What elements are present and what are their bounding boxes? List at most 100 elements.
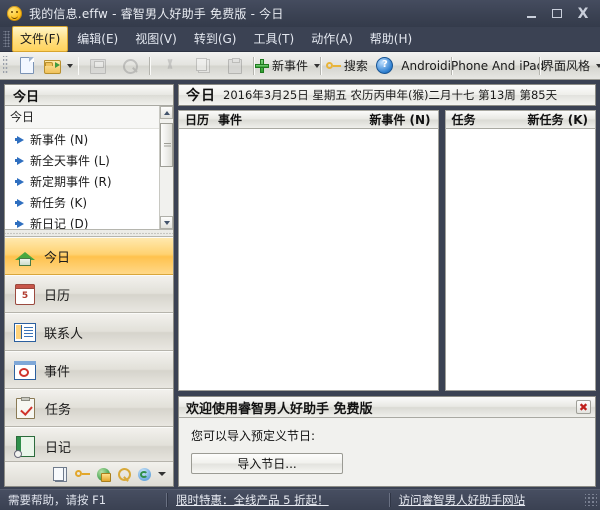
chevron-down-icon[interactable] [595,63,600,68]
arrow-right-icon [15,219,24,228]
magnifier-icon[interactable] [118,468,131,481]
sidebar-item-contacts[interactable]: 联系人 [5,313,173,351]
today-label: 今日 [186,88,216,104]
tree-item-new-event[interactable]: 新事件 (N) [5,129,160,150]
sidebar-item-label: 今日 [44,250,71,266]
menu-actions[interactable]: 动作(A) [303,26,361,52]
import-holidays-button[interactable]: 导入节日... [191,453,343,474]
scroll-down-button[interactable] [160,216,173,229]
print-preview-icon [123,58,139,74]
panels-row: 日历 事件 新事件 (N) 任务 新任务 (K) [178,106,596,391]
welcome-title: 欢迎使用睿智男人好助手 免费版 [186,401,373,417]
smiley-icon [7,6,22,21]
menu-grip-icon[interactable] [3,31,10,47]
close-icon[interactable]: ✖ [576,400,591,414]
tree-item-new-allday-event[interactable]: 新全天事件 (L) [5,150,160,171]
toolbar-grip-icon[interactable] [3,56,8,75]
calendar-events-list[interactable] [178,129,439,391]
home-icon [14,245,36,267]
skin-button[interactable]: 界面风格 [541,54,600,78]
sidebar-splitter[interactable] [5,230,173,237]
tree-item-label: 新全天事件 (L) [30,154,110,168]
tree-item-label: 新事件 (N) [30,133,89,147]
close-button[interactable]: X [570,4,596,24]
scroll-up-button[interactable] [160,106,173,119]
maximize-button[interactable] [544,4,570,24]
menu-tools[interactable]: 工具(T) [245,26,302,52]
menu-file[interactable]: 文件(F) [12,26,69,52]
status-website[interactable]: 访问睿智男人好助手网站 [391,490,585,510]
open-file-button[interactable] [44,54,74,78]
sidebar-tree-scrollbar[interactable] [159,106,173,229]
chevron-down-icon[interactable] [67,63,74,68]
sidebar-item-tasks[interactable]: 任务 [5,389,173,427]
tree-item-label: 新定期事件 (R) [30,175,112,189]
save-icon [90,59,107,74]
arrow-right-icon [15,177,24,186]
status-help-text: 需要帮助，请按 F1 [8,493,107,507]
sidebar-item-label: 任务 [45,402,72,418]
sidebar-item-label: 日记 [45,440,72,456]
tree-item-new-recurring-event[interactable]: 新定期事件 (R) [5,171,160,192]
copy-icon [196,58,211,73]
contacts-icon [14,322,36,342]
save-button[interactable] [83,54,113,78]
new-event-link[interactable]: 新事件 (N) [369,111,430,128]
arrow-right-icon [15,156,24,165]
tree-item-new-diary[interactable]: 新日记 (D) [5,213,160,229]
tasks-column-label: 任务 [451,113,476,127]
event-icon [14,360,36,380]
scrollbar-thumb[interactable] [160,123,173,167]
tree-group-label: 今日 [5,106,160,129]
tasks-panel-header: 任务 新任务 (K) [444,110,596,129]
plus-icon [254,59,269,73]
menu-view[interactable]: 视图(V) [127,26,185,52]
clipboard-icon[interactable] [53,466,67,482]
skin-label: 界面风格 [541,59,590,73]
menu-goto[interactable]: 转到(G) [186,26,245,52]
help-icon: ? [376,57,394,74]
help-button[interactable]: ? [370,54,400,78]
window-title: 我的信息.effw - 睿智男人好助手 免费版 - 今日 [29,7,284,21]
calendar-panel-header: 日历 事件 新事件 (N) [178,110,439,129]
globe-lock-icon[interactable] [97,467,111,482]
application-window: 我的信息.effw - 睿智男人好助手 免费版 - 今日 X 文件(F) 编辑(… [0,0,600,510]
tree-item-new-task[interactable]: 新任务 (K) [5,192,160,213]
menu-help[interactable]: 帮助(H) [362,26,420,52]
sync-icon[interactable] [138,467,151,481]
new-event-button[interactable]: 新事件 [254,54,320,78]
today-header-bar: 今日 2016年3月25日 星期五 农历丙申年(猴)二月十七 第13周 第85天 [178,84,596,106]
toolbar: 新事件 搜索 ? Android iPhone And iPad 界面风格 [0,52,600,80]
tree-item-label: 新任务 (K) [30,196,88,210]
chevron-down-icon[interactable] [158,472,166,476]
arrow-right-icon [15,135,24,144]
sidebar-item-calendar[interactable]: 日历 [5,275,173,313]
new-task-link[interactable]: 新任务 (K) [528,111,588,128]
welcome-text: 您可以导入预定义节日: [191,429,316,443]
search-button[interactable]: 搜索 [325,54,368,78]
scrollbar-track[interactable] [160,119,173,216]
sidebar-item-today[interactable]: 今日 [5,237,173,275]
menu-edit[interactable]: 编辑(E) [69,26,126,52]
print-preview-button[interactable] [115,54,145,78]
paste-button[interactable] [219,54,249,78]
new-document-icon [20,57,35,74]
minimize-button[interactable] [518,4,544,24]
copy-button[interactable] [187,54,217,78]
sidebar-nav: 今日 日历 联系人 事件 任务 [5,237,173,461]
new-document-button[interactable] [12,54,42,78]
cut-button[interactable] [155,54,185,78]
calendar-column-label: 日历 [185,113,210,127]
iphone-ipad-button[interactable]: iPhone And iPad [448,54,545,78]
tasks-list[interactable] [444,129,596,391]
key-icon[interactable] [75,467,90,482]
sidebar-item-diary[interactable]: 日记 [5,427,173,461]
sidebar-item-events[interactable]: 事件 [5,351,173,389]
status-website-link[interactable]: 访问睿智男人好助手网站 [399,492,526,508]
resize-grip-icon[interactable] [585,494,597,506]
welcome-panel-header: 欢迎使用睿智男人好助手 免费版 ✖ [179,397,595,418]
chevron-down-icon[interactable] [313,63,320,68]
status-promo-link[interactable]: 限时特惠：全线产品 5 折起！ [176,492,329,508]
android-button[interactable]: Android [401,54,447,78]
status-promo[interactable]: 限时特惠：全线产品 5 折起！ [168,490,389,510]
